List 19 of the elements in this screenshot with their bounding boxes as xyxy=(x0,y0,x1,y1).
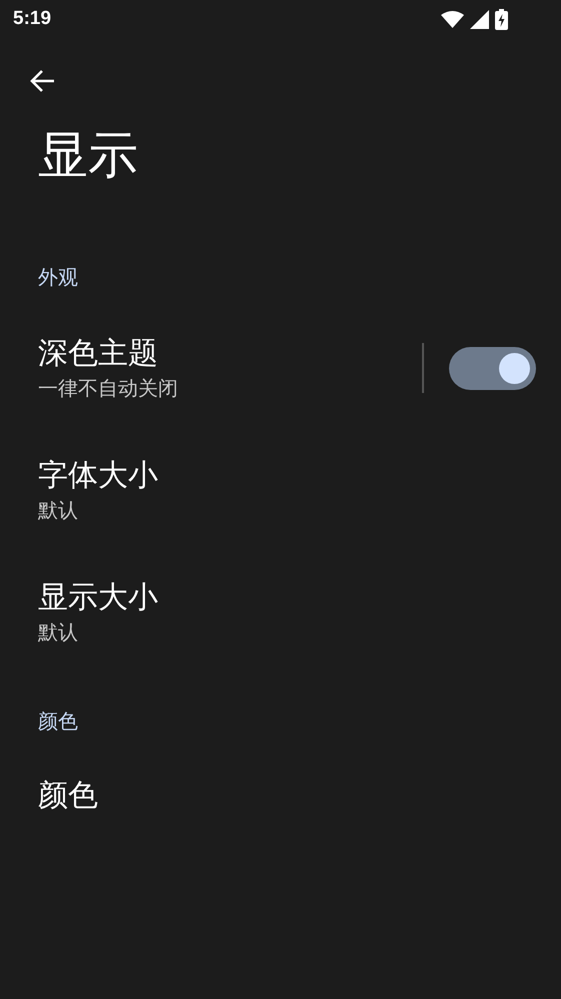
battery-icon xyxy=(495,8,508,30)
settings-item[interactable]: 深色主题 一律不自动关闭 xyxy=(0,307,561,429)
status-time: 5:19 xyxy=(13,8,52,30)
item-title: 字体大小 xyxy=(38,457,158,495)
signal-icon xyxy=(470,10,489,28)
section-header: 颜色 xyxy=(38,708,78,735)
item-subtitle: 默认 xyxy=(38,619,78,646)
toggle-switch[interactable] xyxy=(449,346,536,390)
page-title: 显示 xyxy=(38,125,138,186)
settings-item[interactable]: 显示大小 默认 xyxy=(0,551,561,673)
item-title: 深色主题 xyxy=(38,335,158,373)
wifi-icon xyxy=(441,10,464,28)
item-title: 显示大小 xyxy=(38,579,158,617)
section-header: 外观 xyxy=(38,264,78,291)
item-subtitle: 默认 xyxy=(38,497,78,524)
settings-item[interactable]: 字体大小 默认 xyxy=(0,429,561,551)
settings-item[interactable]: 颜色 xyxy=(0,735,561,857)
item-subtitle: 一律不自动关闭 xyxy=(38,375,178,402)
item-title: 颜色 xyxy=(38,777,98,815)
